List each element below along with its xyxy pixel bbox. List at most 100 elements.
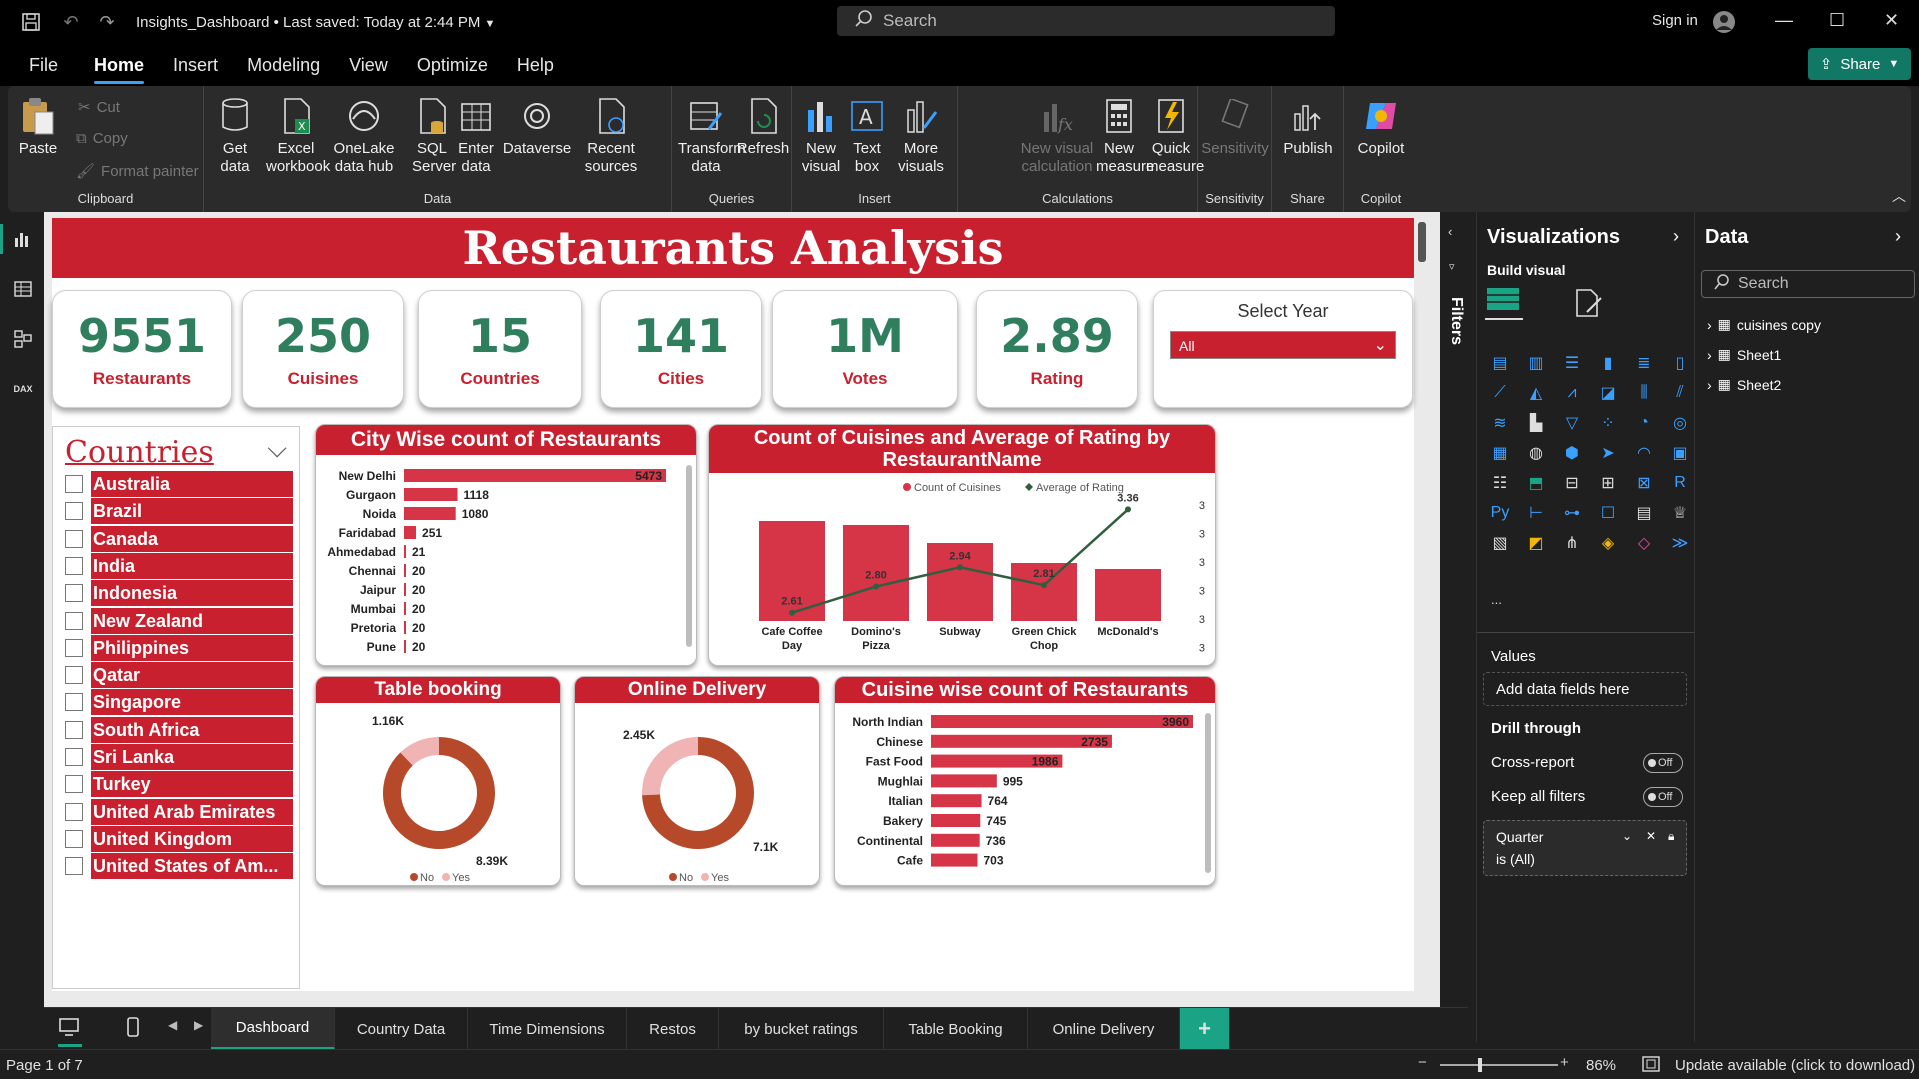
next-page-icon[interactable]: ▶	[194, 1018, 203, 1032]
country-checkbox[interactable]	[65, 666, 83, 685]
menu-optimize[interactable]: Optimize	[417, 47, 488, 84]
excel-workbook-button[interactable]: X Excel workbook	[266, 96, 330, 176]
country-option[interactable]: New Zealand	[65, 607, 293, 634]
country-option[interactable]: United Kingdom	[65, 825, 293, 852]
country-checkbox[interactable]	[65, 584, 83, 603]
publish-button[interactable]: Publish	[1278, 96, 1338, 158]
line-stacked-column-icon[interactable]: ⫽	[1669, 382, 1691, 404]
filters-pane-collapsed[interactable]: ‹ ▿ Filters	[1440, 212, 1468, 1007]
line-chart-icon[interactable]: ⟋	[1489, 382, 1511, 404]
model-view-icon[interactable]	[12, 328, 34, 350]
cuisines-rating-chart[interactable]: Count of Cuisines and Average of Rating …	[708, 424, 1216, 666]
chevron-down-icon[interactable]: ⌄	[1622, 829, 1632, 843]
stacked-bar-icon[interactable]: ▤	[1489, 352, 1511, 374]
menu-view[interactable]: View	[349, 47, 388, 84]
treemap-icon[interactable]: ▦	[1489, 442, 1511, 464]
clustered-column-icon[interactable]: ▮	[1597, 352, 1619, 374]
powerapps-icon[interactable]: ◇	[1633, 532, 1655, 554]
recent-sources-button[interactable]: Recent sources	[580, 96, 642, 176]
waterfall-icon[interactable]: ▙	[1525, 412, 1547, 434]
sign-in-link[interactable]: Sign in	[1652, 12, 1698, 29]
menu-file[interactable]: File	[29, 47, 58, 84]
tab-country-data[interactable]: Country Data	[335, 1008, 468, 1050]
text-box-button[interactable]: A Text box	[846, 96, 888, 176]
stacked-column-icon[interactable]: ▥	[1525, 352, 1547, 374]
redo-icon[interactable]: ↷	[96, 11, 118, 33]
chevron-right-icon[interactable]: ›	[1895, 226, 1901, 247]
gauge-icon[interactable]: ◠	[1633, 442, 1655, 464]
map-icon[interactable]: ◍	[1525, 442, 1547, 464]
scatter-icon[interactable]: ⁘	[1597, 412, 1619, 434]
tab-online-delivery[interactable]: Online Delivery	[1028, 1008, 1180, 1050]
close-icon[interactable]: ✕	[1884, 10, 1899, 31]
country-checkbox[interactable]	[65, 829, 83, 848]
line-column-icon[interactable]: ⫼	[1633, 382, 1655, 404]
country-option[interactable]: Philippines	[65, 634, 293, 661]
country-checkbox[interactable]	[65, 611, 83, 630]
keep-filters-toggle[interactable]: Off	[1643, 787, 1683, 807]
chevron-left-icon[interactable]: ‹	[1448, 224, 1452, 239]
year-dropdown[interactable]: All ⌄	[1170, 331, 1396, 359]
multi-row-card-icon[interactable]: ☷	[1489, 472, 1511, 494]
new-visual-button[interactable]: New visual	[800, 96, 842, 176]
country-checkbox[interactable]	[65, 693, 83, 712]
tab-time-dimensions[interactable]: Time Dimensions	[468, 1008, 627, 1050]
format-painter-button[interactable]: 🖌 Format painter	[76, 162, 199, 181]
country-option[interactable]: Qatar	[65, 662, 293, 689]
table-booking-chart[interactable]: Table booking 1.16K 8.39K No Yes	[315, 676, 561, 886]
decomposition-tree-icon[interactable]: ⊶	[1561, 502, 1583, 524]
cuisine-wise-chart[interactable]: Cuisine wise count of Restaurants North …	[834, 676, 1216, 886]
more-visuals-ellipsis[interactable]: ...	[1491, 592, 1502, 607]
menu-insert[interactable]: Insert	[173, 47, 218, 84]
more-visuals-button[interactable]: More visuals	[892, 96, 950, 176]
chevron-down-icon[interactable]: ⌵	[267, 433, 287, 465]
zoom-in-icon[interactable]: +	[1560, 1054, 1569, 1071]
country-checkbox[interactable]	[65, 775, 83, 794]
enter-data-button[interactable]: Enter data	[456, 96, 496, 176]
country-option[interactable]: Sri Lanka	[65, 744, 293, 770]
search-box[interactable]: Search	[837, 6, 1335, 36]
tab-dashboard[interactable]: Dashboard	[211, 1008, 335, 1050]
zoom-out-icon[interactable]: −	[1418, 1054, 1427, 1071]
metrics-icon[interactable]: ◈	[1597, 532, 1619, 554]
stacked-area-icon[interactable]: ⩘	[1561, 382, 1583, 404]
power-automate-icon[interactable]: ⋔	[1561, 532, 1583, 554]
transform-data-button[interactable]: Transform data	[678, 96, 746, 176]
narrative-icon[interactable]: ▤	[1633, 502, 1655, 524]
copilot-button[interactable]: Copilot	[1352, 96, 1410, 158]
paginated-report-icon[interactable]: ▧	[1489, 532, 1511, 554]
funnel-icon[interactable]: ▽	[1561, 412, 1583, 434]
onelake-button[interactable]: OneLake data hub	[326, 96, 402, 176]
refresh-button[interactable]: Refresh	[737, 96, 789, 158]
country-option[interactable]: United Arab Emirates	[65, 798, 293, 825]
update-available-link[interactable]: Update available (click to download)	[1675, 1057, 1915, 1074]
get-data-button[interactable]: Get data	[214, 96, 256, 176]
table-item-sheet2[interactable]: › ▦ Sheet2	[1707, 376, 1781, 393]
tab-table-booking[interactable]: Table Booking	[884, 1008, 1028, 1050]
matrix-icon[interactable]: ⊠	[1633, 472, 1655, 494]
lock-icon[interactable]: 🔒︎	[1668, 829, 1674, 844]
undo-icon[interactable]: ↶	[60, 11, 82, 33]
document-title[interactable]: Insights_Dashboard • Last saved: Today a…	[136, 14, 495, 31]
key-influencers-icon[interactable]: ⊢	[1525, 502, 1547, 524]
dax-query-view-icon[interactable]: DAX	[12, 378, 34, 400]
table-item-sheet1[interactable]: › ▦ Sheet1	[1707, 346, 1781, 363]
country-option[interactable]: Canada	[65, 525, 293, 552]
card-icon[interactable]: ▣	[1669, 442, 1691, 464]
power-apps-icon[interactable]: ◩	[1525, 532, 1547, 554]
country-option[interactable]: Indonesia	[65, 580, 293, 607]
menu-modeling[interactable]: Modeling	[247, 47, 320, 84]
filled-map-icon[interactable]: ⬢	[1561, 442, 1583, 464]
paste-button[interactable]: Paste	[14, 96, 62, 158]
menu-help[interactable]: Help	[517, 47, 554, 84]
country-checkbox[interactable]	[65, 502, 83, 521]
cross-report-toggle[interactable]: Off	[1643, 753, 1683, 773]
canvas-scrollbar[interactable]	[1418, 222, 1426, 262]
scrollbar[interactable]	[686, 465, 692, 647]
area-chart-icon[interactable]: ◭	[1525, 382, 1547, 404]
tab-by-bucket-ratings[interactable]: by bucket ratings	[719, 1008, 884, 1050]
country-checkbox[interactable]	[65, 475, 83, 493]
values-well[interactable]: Add data fields here	[1483, 672, 1687, 706]
country-option[interactable]: Brazil	[65, 498, 293, 525]
r-visual-icon[interactable]: R	[1669, 472, 1691, 494]
